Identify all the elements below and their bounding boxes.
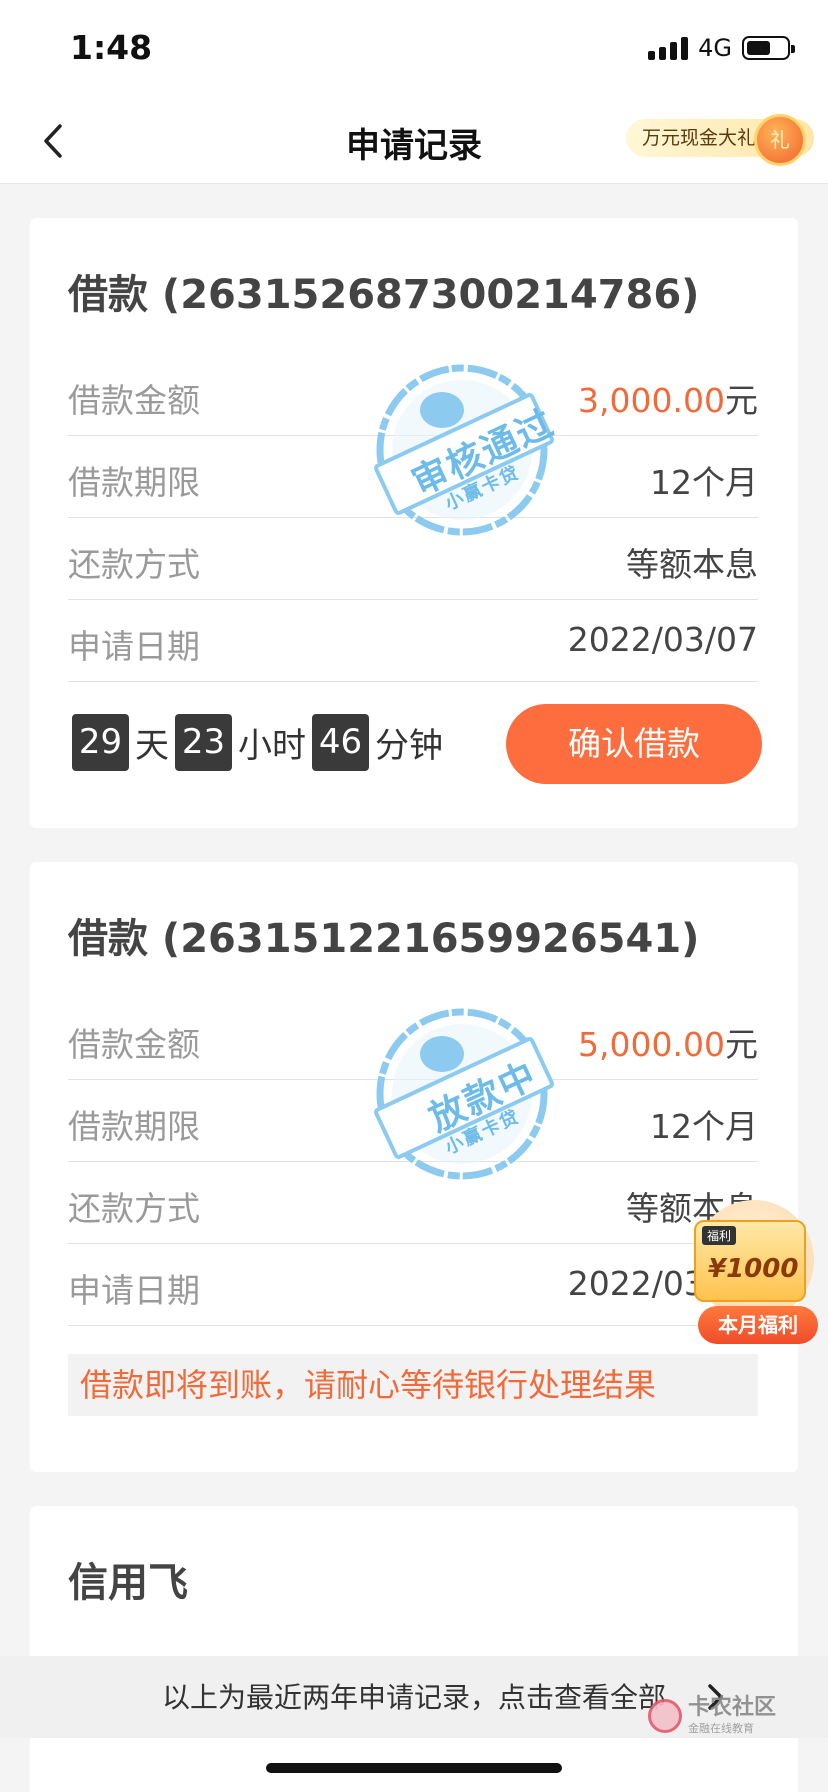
monthly-welfare-button[interactable]: 本月福利 xyxy=(698,1306,818,1344)
loan-record-card: 借款 (263152687300214786) 借款金额 3,000.00元 借… xyxy=(30,218,798,828)
row-label: 申请日期 xyxy=(68,1271,200,1310)
row-value: 12个月 xyxy=(650,1107,758,1146)
watermark-sub: 金融在线教育 xyxy=(688,1722,754,1735)
watermark-main: 卡农社区 xyxy=(688,1695,777,1720)
countdown-unit: 分钟 xyxy=(375,726,443,766)
loan-amount: 5,000.00 xyxy=(578,1025,725,1064)
status-time: 1:48 xyxy=(70,28,153,67)
row-label: 借款期限 xyxy=(68,463,200,502)
row-value: 等额本息 xyxy=(626,545,758,584)
row-value: 5,000.00元 xyxy=(578,1018,758,1066)
welfare-tag: 福利 xyxy=(702,1226,737,1245)
coupon-card: 福利 ¥1000 xyxy=(694,1220,806,1302)
countdown-unit: 天 xyxy=(135,726,169,766)
home-indicator xyxy=(266,1763,562,1773)
loan-record-card: 信用飞 xyxy=(30,1506,798,1792)
battery-icon xyxy=(742,36,795,60)
row-label: 借款金额 xyxy=(68,1025,200,1064)
monthly-welfare-widget[interactable]: 福利 ¥1000 本月福利 xyxy=(690,1200,820,1350)
status-bar: 1:48 4G xyxy=(0,0,828,96)
watermark-logo-icon xyxy=(648,1699,682,1733)
row-label: 申请日期 xyxy=(68,627,200,666)
countdown-hours: 23 xyxy=(175,714,232,771)
countdown-days: 29 xyxy=(72,714,129,771)
loan-amount: 3,000.00 xyxy=(578,381,725,420)
loan-record-card: 借款 (263151221659926541) 借款金额 5,000.00元 借… xyxy=(30,862,798,1472)
row-label: 借款金额 xyxy=(68,381,200,420)
row-label: 还款方式 xyxy=(68,1189,200,1228)
row-apply-date: 申请日期 2022/03/07 xyxy=(68,1244,758,1326)
status-indicators: 4G xyxy=(648,34,795,62)
row-value: 2022/03/07 xyxy=(567,620,758,659)
nav-bar: 申请记录 万元现金大礼 礼 xyxy=(0,96,828,184)
record-title: 借款 (263152687300214786) xyxy=(68,272,700,318)
gift-bag-icon: 礼 xyxy=(754,114,806,166)
countdown-minutes: 46 xyxy=(312,714,369,771)
record-title: 信用飞 xyxy=(68,1560,188,1606)
record-title: 借款 (263151221659926541) xyxy=(68,916,700,962)
disbursement-notice: 借款即将到账，请耐心等待银行处理结果 xyxy=(68,1354,758,1416)
row-label: 借款期限 xyxy=(68,1107,200,1146)
approved-stamp: 审核通过 小赢卡贷 xyxy=(370,358,570,538)
row-value: 12个月 xyxy=(650,463,758,502)
signal-icon xyxy=(648,36,689,60)
coupon-amount: ¥1000 xyxy=(708,1254,799,1284)
row-apply-date: 申请日期 2022/03/07 xyxy=(68,600,758,682)
countdown-timer: 29 天 23 小时 46 分钟 xyxy=(72,714,449,771)
watermark-logo: 卡农社区 金融在线教育 xyxy=(648,1696,776,1736)
countdown-unit: 小时 xyxy=(238,726,306,766)
confirm-loan-button[interactable]: 确认借款 xyxy=(506,704,762,784)
row-value: 3,000.00元 xyxy=(578,374,758,422)
currency-unit: 元 xyxy=(725,381,758,420)
row-label: 还款方式 xyxy=(68,545,200,584)
currency-unit: 元 xyxy=(725,1025,758,1064)
network-type: 4G xyxy=(698,34,732,62)
disbursing-stamp: 放款中 小赢卡贷 xyxy=(370,1002,570,1182)
watermark-text: 卡农社区 金融在线教育 xyxy=(688,1696,776,1736)
promo-banner[interactable]: 万元现金大礼 礼 xyxy=(625,112,814,166)
